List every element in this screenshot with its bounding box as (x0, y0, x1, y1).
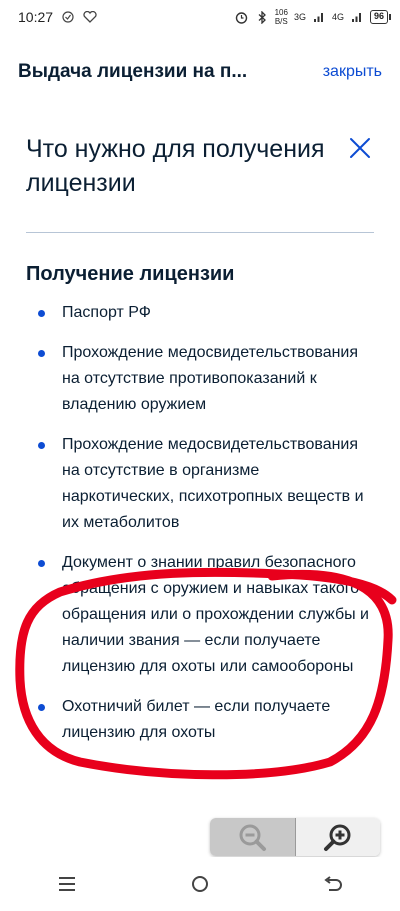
section-title: Получение лицензии (26, 263, 235, 285)
net-speed-value: 106 (274, 8, 288, 17)
alarm-icon (235, 10, 249, 24)
home-button[interactable] (180, 864, 220, 904)
signal-3g: 3G (293, 12, 306, 22)
zoom-in-icon (323, 824, 351, 851)
status-bar: 10:27 106 B/S 3G 4G 96 (0, 0, 400, 34)
signal-4g: 4G (331, 12, 344, 22)
zoom-out-button[interactable] (210, 818, 296, 856)
main-content[interactable]: Что нужно для получения лицензии Получен… (0, 110, 400, 850)
page-title: Выдача лицензии на п... (18, 61, 248, 82)
zoom-out-icon (239, 824, 267, 851)
back-icon (324, 876, 343, 891)
menu-button[interactable] (47, 864, 87, 904)
close-icon[interactable] (348, 136, 372, 160)
list-item: Паспорт РФ (38, 300, 374, 326)
list-item: Прохождение медосвидетельствования на от… (38, 432, 374, 536)
status-time: 10:27 (18, 9, 54, 25)
bluetooth-icon (255, 10, 269, 24)
net-speed-unit: B/S (274, 17, 288, 26)
zoom-in-button[interactable] (295, 818, 380, 856)
network-speed: 106 B/S (275, 8, 288, 26)
zoom-controls (210, 818, 380, 856)
app-header: Выдача лицензии на п... закрыть (0, 44, 400, 100)
requirements-list: Паспорт РФ Прохождение медосвидетельство… (0, 300, 400, 746)
battery-indicator: 96 (369, 10, 392, 24)
check-circle-icon (61, 10, 75, 24)
signal-bars-icon (312, 10, 326, 24)
card-header: Что нужно для получения лицензии (0, 110, 400, 200)
card-title: Что нужно для получения лицензии (26, 135, 325, 197)
heart-check-icon (83, 10, 97, 24)
home-icon (191, 876, 208, 892)
close-link[interactable]: закрыть (323, 63, 382, 81)
list-item: Прохождение медосвидетельствования на от… (38, 340, 374, 418)
list-item: Документ о знании правил безопасного обр… (38, 550, 374, 680)
menu-icon (58, 877, 75, 891)
back-button[interactable] (313, 864, 353, 904)
signal-bars-icon-2 (350, 10, 364, 24)
divider (26, 232, 374, 233)
list-item: Охотничий билет — если получаете лицензи… (38, 694, 374, 746)
system-nav-bar (0, 857, 400, 911)
